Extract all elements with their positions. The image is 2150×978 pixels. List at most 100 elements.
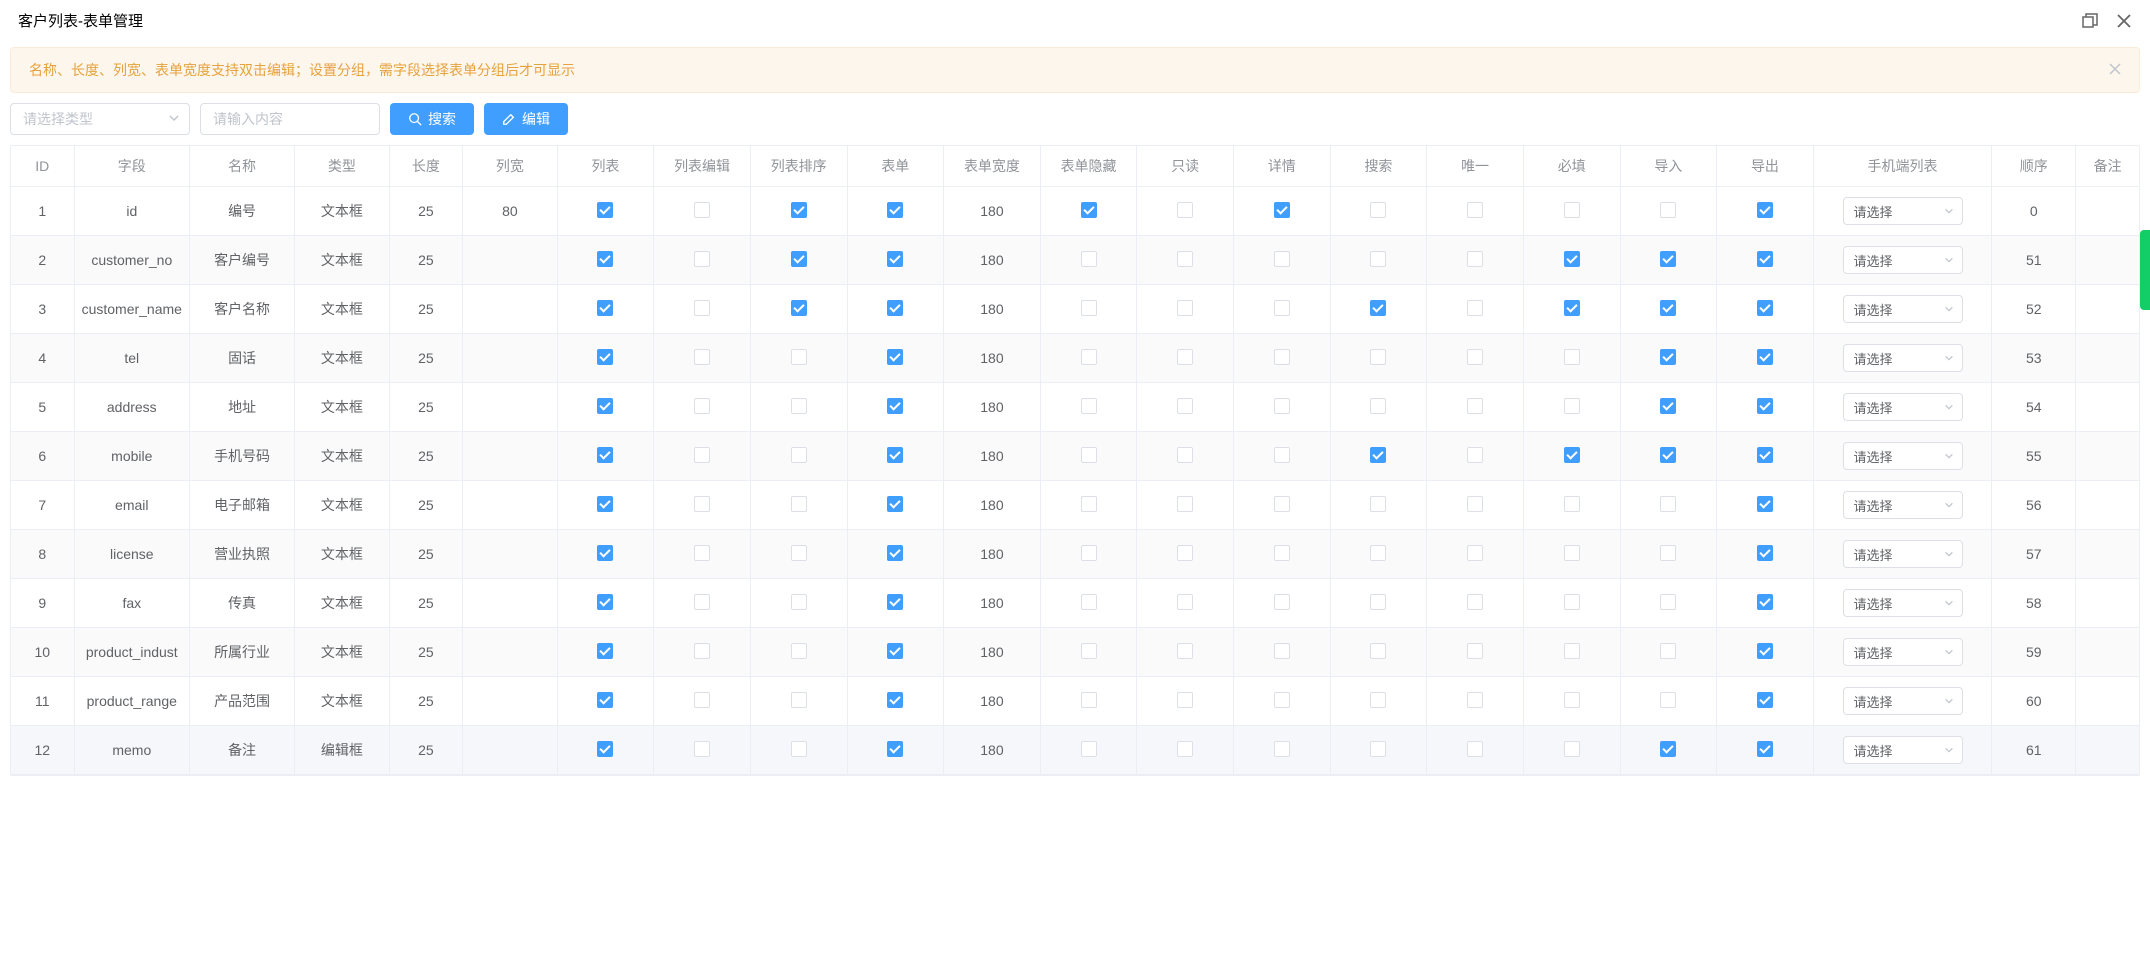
side-floating-tab[interactable] bbox=[2140, 230, 2150, 310]
checkbox[interactable] bbox=[1757, 643, 1773, 659]
checkbox[interactable] bbox=[597, 349, 613, 365]
checkbox[interactable] bbox=[597, 741, 613, 757]
checkbox[interactable] bbox=[1757, 300, 1773, 316]
mobile-select[interactable]: 请选择 bbox=[1843, 295, 1963, 323]
checkbox[interactable] bbox=[597, 545, 613, 561]
checkbox[interactable] bbox=[1177, 545, 1193, 561]
checkbox[interactable] bbox=[597, 202, 613, 218]
mobile-select[interactable]: 请选择 bbox=[1843, 246, 1963, 274]
checkbox[interactable] bbox=[1177, 643, 1193, 659]
search-button[interactable]: 搜索 bbox=[390, 103, 474, 135]
checkbox[interactable] bbox=[791, 447, 807, 463]
maximize-icon[interactable] bbox=[2082, 13, 2098, 29]
checkbox[interactable] bbox=[1081, 643, 1097, 659]
checkbox[interactable] bbox=[791, 643, 807, 659]
checkbox[interactable] bbox=[1564, 594, 1580, 610]
checkbox[interactable] bbox=[887, 545, 903, 561]
checkbox[interactable] bbox=[887, 496, 903, 512]
checkbox[interactable] bbox=[1467, 594, 1483, 610]
checkbox[interactable] bbox=[1274, 594, 1290, 610]
checkbox[interactable] bbox=[694, 692, 710, 708]
checkbox[interactable] bbox=[791, 741, 807, 757]
checkbox[interactable] bbox=[887, 594, 903, 610]
checkbox[interactable] bbox=[1757, 251, 1773, 267]
checkbox[interactable] bbox=[1177, 251, 1193, 267]
checkbox[interactable] bbox=[694, 398, 710, 414]
checkbox[interactable] bbox=[1660, 545, 1676, 561]
checkbox[interactable] bbox=[1564, 300, 1580, 316]
checkbox[interactable] bbox=[1660, 594, 1676, 610]
checkbox[interactable] bbox=[597, 692, 613, 708]
checkbox[interactable] bbox=[1370, 251, 1386, 267]
checkbox[interactable] bbox=[1757, 741, 1773, 757]
checkbox[interactable] bbox=[887, 349, 903, 365]
checkbox[interactable] bbox=[791, 349, 807, 365]
checkbox[interactable] bbox=[1564, 692, 1580, 708]
checkbox[interactable] bbox=[1564, 349, 1580, 365]
checkbox[interactable] bbox=[887, 692, 903, 708]
checkbox[interactable] bbox=[791, 398, 807, 414]
checkbox[interactable] bbox=[1081, 398, 1097, 414]
checkbox[interactable] bbox=[1467, 643, 1483, 659]
checkbox[interactable] bbox=[1177, 741, 1193, 757]
checkbox[interactable] bbox=[1467, 447, 1483, 463]
checkbox[interactable] bbox=[1177, 398, 1193, 414]
checkbox[interactable] bbox=[1370, 202, 1386, 218]
checkbox[interactable] bbox=[694, 447, 710, 463]
mobile-select[interactable]: 请选择 bbox=[1843, 197, 1963, 225]
checkbox[interactable] bbox=[597, 447, 613, 463]
checkbox[interactable] bbox=[1081, 741, 1097, 757]
checkbox[interactable] bbox=[694, 300, 710, 316]
checkbox[interactable] bbox=[791, 300, 807, 316]
checkbox[interactable] bbox=[1757, 496, 1773, 512]
checkbox[interactable] bbox=[1274, 447, 1290, 463]
checkbox[interactable] bbox=[1274, 643, 1290, 659]
checkbox[interactable] bbox=[1081, 496, 1097, 512]
checkbox[interactable] bbox=[1081, 447, 1097, 463]
checkbox[interactable] bbox=[1757, 202, 1773, 218]
edit-button[interactable]: 编辑 bbox=[484, 103, 568, 135]
checkbox[interactable] bbox=[1370, 398, 1386, 414]
checkbox[interactable] bbox=[694, 251, 710, 267]
checkbox[interactable] bbox=[597, 251, 613, 267]
checkbox[interactable] bbox=[1660, 741, 1676, 757]
checkbox[interactable] bbox=[1564, 741, 1580, 757]
checkbox[interactable] bbox=[1467, 545, 1483, 561]
checkbox[interactable] bbox=[1081, 202, 1097, 218]
checkbox[interactable] bbox=[1081, 349, 1097, 365]
checkbox[interactable] bbox=[1274, 545, 1290, 561]
mobile-select[interactable]: 请选择 bbox=[1843, 344, 1963, 372]
checkbox[interactable] bbox=[1757, 447, 1773, 463]
checkbox[interactable] bbox=[694, 741, 710, 757]
checkbox[interactable] bbox=[1564, 545, 1580, 561]
checkbox[interactable] bbox=[1177, 496, 1193, 512]
checkbox[interactable] bbox=[791, 202, 807, 218]
checkbox[interactable] bbox=[1564, 398, 1580, 414]
checkbox[interactable] bbox=[1757, 349, 1773, 365]
checkbox[interactable] bbox=[1370, 545, 1386, 561]
checkbox[interactable] bbox=[694, 349, 710, 365]
checkbox[interactable] bbox=[597, 643, 613, 659]
checkbox[interactable] bbox=[1274, 496, 1290, 512]
checkbox[interactable] bbox=[1081, 251, 1097, 267]
checkbox[interactable] bbox=[1274, 349, 1290, 365]
type-select-input[interactable] bbox=[10, 103, 190, 135]
checkbox[interactable] bbox=[1370, 741, 1386, 757]
checkbox[interactable] bbox=[1467, 349, 1483, 365]
checkbox[interactable] bbox=[1274, 300, 1290, 316]
checkbox[interactable] bbox=[791, 545, 807, 561]
checkbox[interactable] bbox=[1467, 692, 1483, 708]
mobile-select[interactable]: 请选择 bbox=[1843, 736, 1963, 764]
checkbox[interactable] bbox=[694, 496, 710, 512]
checkbox[interactable] bbox=[1660, 447, 1676, 463]
mobile-select[interactable]: 请选择 bbox=[1843, 442, 1963, 470]
checkbox[interactable] bbox=[1370, 349, 1386, 365]
checkbox[interactable] bbox=[1467, 300, 1483, 316]
checkbox[interactable] bbox=[1081, 545, 1097, 561]
checkbox[interactable] bbox=[1370, 594, 1386, 610]
checkbox[interactable] bbox=[1564, 202, 1580, 218]
checkbox[interactable] bbox=[1274, 398, 1290, 414]
checkbox[interactable] bbox=[1564, 496, 1580, 512]
checkbox[interactable] bbox=[1467, 202, 1483, 218]
checkbox[interactable] bbox=[1467, 496, 1483, 512]
